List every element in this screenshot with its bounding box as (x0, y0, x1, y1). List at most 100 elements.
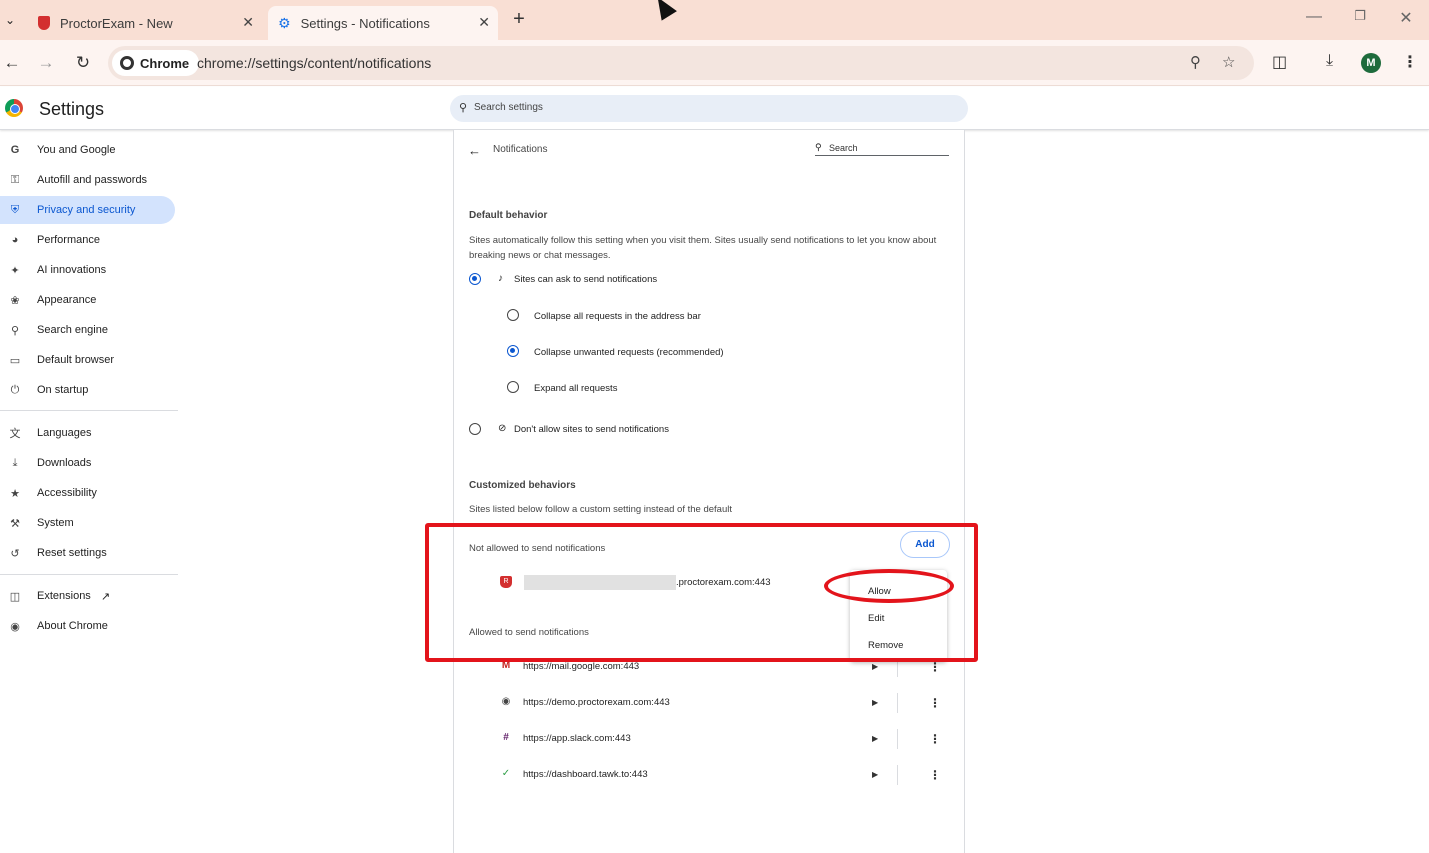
sidebar-item-performance[interactable]: ◕ Performance (0, 226, 175, 254)
option-dont-allow-label: Don't allow sites to send notifications (514, 424, 669, 435)
more-actions-icon[interactable]: ⋮ (929, 661, 941, 673)
chrome-icon (120, 56, 134, 70)
translate-icon: 文 (9, 428, 21, 440)
tab-search-chevron-icon[interactable]: ⌄ (0, 10, 20, 30)
allowed-site-url: https://app.slack.com:443 (523, 733, 631, 744)
reload-button[interactable]: ↻ (72, 52, 94, 74)
expand-arrow-icon[interactable]: ▶ (872, 734, 878, 743)
zoom-icon[interactable]: ⚲ (1190, 53, 1201, 71)
external-link-icon: ↗ (100, 590, 111, 603)
radio-allow-ask[interactable] (469, 273, 481, 285)
minimize-icon[interactable]: — (1302, 8, 1326, 26)
bookmark-star-icon[interactable]: ☆ (1222, 53, 1235, 71)
tab-settings-notifications[interactable]: ⚙ Settings - Notifications ✕ (268, 6, 498, 40)
extensions-puzzle-icon[interactable]: ◫ (1272, 52, 1287, 72)
sidebar-item-search-engine[interactable]: ⚲ Search engine (0, 316, 175, 344)
radio-collapse-all[interactable] (507, 309, 519, 321)
url-text[interactable]: chrome://settings/content/notifications (197, 55, 431, 71)
download-icon[interactable]: ⤓ (1326, 52, 1333, 70)
address-bar[interactable]: Chrome chrome://settings/content/notific… (108, 46, 1254, 80)
tab-title: Settings - Notifications (300, 15, 430, 31)
new-tab-button[interactable]: + (508, 8, 530, 30)
sidebar-item-you-and-google[interactable]: G You and Google (0, 136, 175, 164)
sidebar-item-downloads[interactable]: ⤓ Downloads (0, 449, 175, 477)
search-icon: ⚲ (815, 142, 822, 152)
sidebar-item-default-browser[interactable]: ▭ Default browser (0, 346, 175, 374)
sidebar-item-autofill[interactable]: ⚿ Autofill and passwords (0, 166, 175, 194)
sidebar-item-languages[interactable]: 文 Languages (0, 419, 175, 447)
option-collapse-unwanted-label: Collapse unwanted requests (recommended) (534, 347, 724, 358)
key-icon: ⚿ (10, 173, 20, 186)
chrome-icon: ◉ (10, 620, 20, 633)
sidebar-item-label: Extensions (37, 590, 91, 602)
globe-icon: ◉ (501, 696, 511, 707)
sidebar-item-appearance[interactable]: ❀ Appearance (0, 286, 175, 314)
speedometer-icon: ◕ (11, 234, 19, 246)
page-title: Settings (39, 99, 105, 119)
tab-strip: ⌄ ProctorExam - New ✕ ⚙ Settings - Notif… (0, 0, 1429, 40)
sidebar-item-extensions[interactable]: ◫ Extensions ↗ (0, 582, 175, 610)
forward-button[interactable]: → (35, 52, 57, 74)
download-icon: ⤓ (12, 456, 18, 469)
search-settings-input[interactable]: ⚲ Search settings (450, 95, 968, 122)
back-button[interactable]: ← (1, 52, 23, 74)
proctorexam-favicon-icon (38, 16, 50, 30)
power-icon: ⏻ (10, 383, 20, 396)
sparkle-icon: ✦ (10, 264, 20, 277)
chrome-site-chip[interactable]: Chrome (112, 50, 200, 76)
bell-icon: ♪ (498, 273, 503, 284)
sidebar-item-label: About Chrome (37, 620, 108, 632)
sidebar-item-label: Downloads (37, 457, 92, 469)
allowed-site-url: https://mail.google.com:443 (523, 661, 640, 672)
close-tab-icon[interactable]: ✕ (478, 14, 490, 31)
menu-kebab-icon[interactable]: ⋮ (1402, 52, 1418, 72)
browser-window-icon: ▭ (9, 354, 21, 367)
sidebar-item-label: Reset settings (37, 547, 107, 559)
settings-header: Settings ⚲ Search settings (0, 87, 1429, 130)
reset-icon: ↺ (10, 547, 20, 560)
search-icon: ⚲ (10, 324, 20, 337)
sidebar-item-ai[interactable]: ✦ AI innovations (0, 256, 175, 284)
sidebar-divider (0, 574, 178, 575)
more-actions-icon[interactable]: ⋮ (929, 733, 941, 745)
sidebar-item-on-startup[interactable]: ⏻ On startup (0, 376, 175, 404)
customized-description: Sites listed below follow a custom setti… (469, 504, 732, 515)
sidebar-item-label: Languages (37, 427, 92, 439)
sidebar-item-accessibility[interactable]: ★ Accessibility (0, 479, 175, 507)
row-divider (897, 693, 898, 713)
sidebar-item-privacy[interactable]: ⛨ Privacy and security (0, 196, 175, 224)
sidebar-item-label: Accessibility (37, 487, 97, 499)
panel-title: Notifications (493, 144, 548, 155)
option-collapse-all-label: Collapse all requests in the address bar (534, 311, 701, 322)
sidebar-item-label: Default browser (37, 354, 115, 366)
close-tab-icon[interactable]: ✕ (242, 14, 254, 31)
expand-arrow-icon[interactable]: ▶ (872, 698, 878, 707)
puzzle-icon: ◫ (9, 590, 21, 603)
sidebar-divider (0, 410, 178, 411)
google-g-icon: G (10, 144, 20, 156)
radio-collapse-unwanted[interactable] (507, 345, 519, 357)
radio-dont-allow[interactable] (469, 423, 481, 435)
expand-arrow-icon[interactable]: ▶ (872, 662, 878, 671)
more-actions-icon[interactable]: ⋮ (929, 769, 941, 781)
sidebar-item-system[interactable]: ⚒ System (0, 509, 175, 537)
expand-arrow-icon[interactable]: ▶ (872, 770, 878, 779)
option-allow-ask-label: Sites can ask to send notifications (514, 274, 658, 285)
palette-icon: ❀ (10, 294, 20, 307)
allowed-site-url: https://dashboard.tawk.to:443 (523, 769, 648, 780)
more-actions-icon[interactable]: ⋮ (929, 697, 941, 709)
back-arrow-icon[interactable]: ← (468, 143, 481, 158)
close-window-icon[interactable]: ✕ (1394, 8, 1418, 28)
restore-icon[interactable]: ❐ (1348, 8, 1372, 24)
tab-proctorexam[interactable]: ProctorExam - New ✕ (28, 6, 262, 40)
row-divider (897, 729, 898, 749)
sidebar-item-label: On startup (37, 384, 89, 396)
radio-expand-all[interactable] (507, 381, 519, 393)
sidebar-item-label: Appearance (37, 294, 97, 306)
customized-heading: Customized behaviors (469, 480, 576, 491)
sidebar-item-about[interactable]: ◉ About Chrome (0, 612, 175, 640)
slack-icon: # (503, 732, 509, 743)
sidebar-item-reset[interactable]: ↺ Reset settings (0, 539, 175, 567)
profile-avatar[interactable]: M (1361, 53, 1381, 73)
panel-search-input[interactable]: ⚲ Search (815, 142, 949, 156)
